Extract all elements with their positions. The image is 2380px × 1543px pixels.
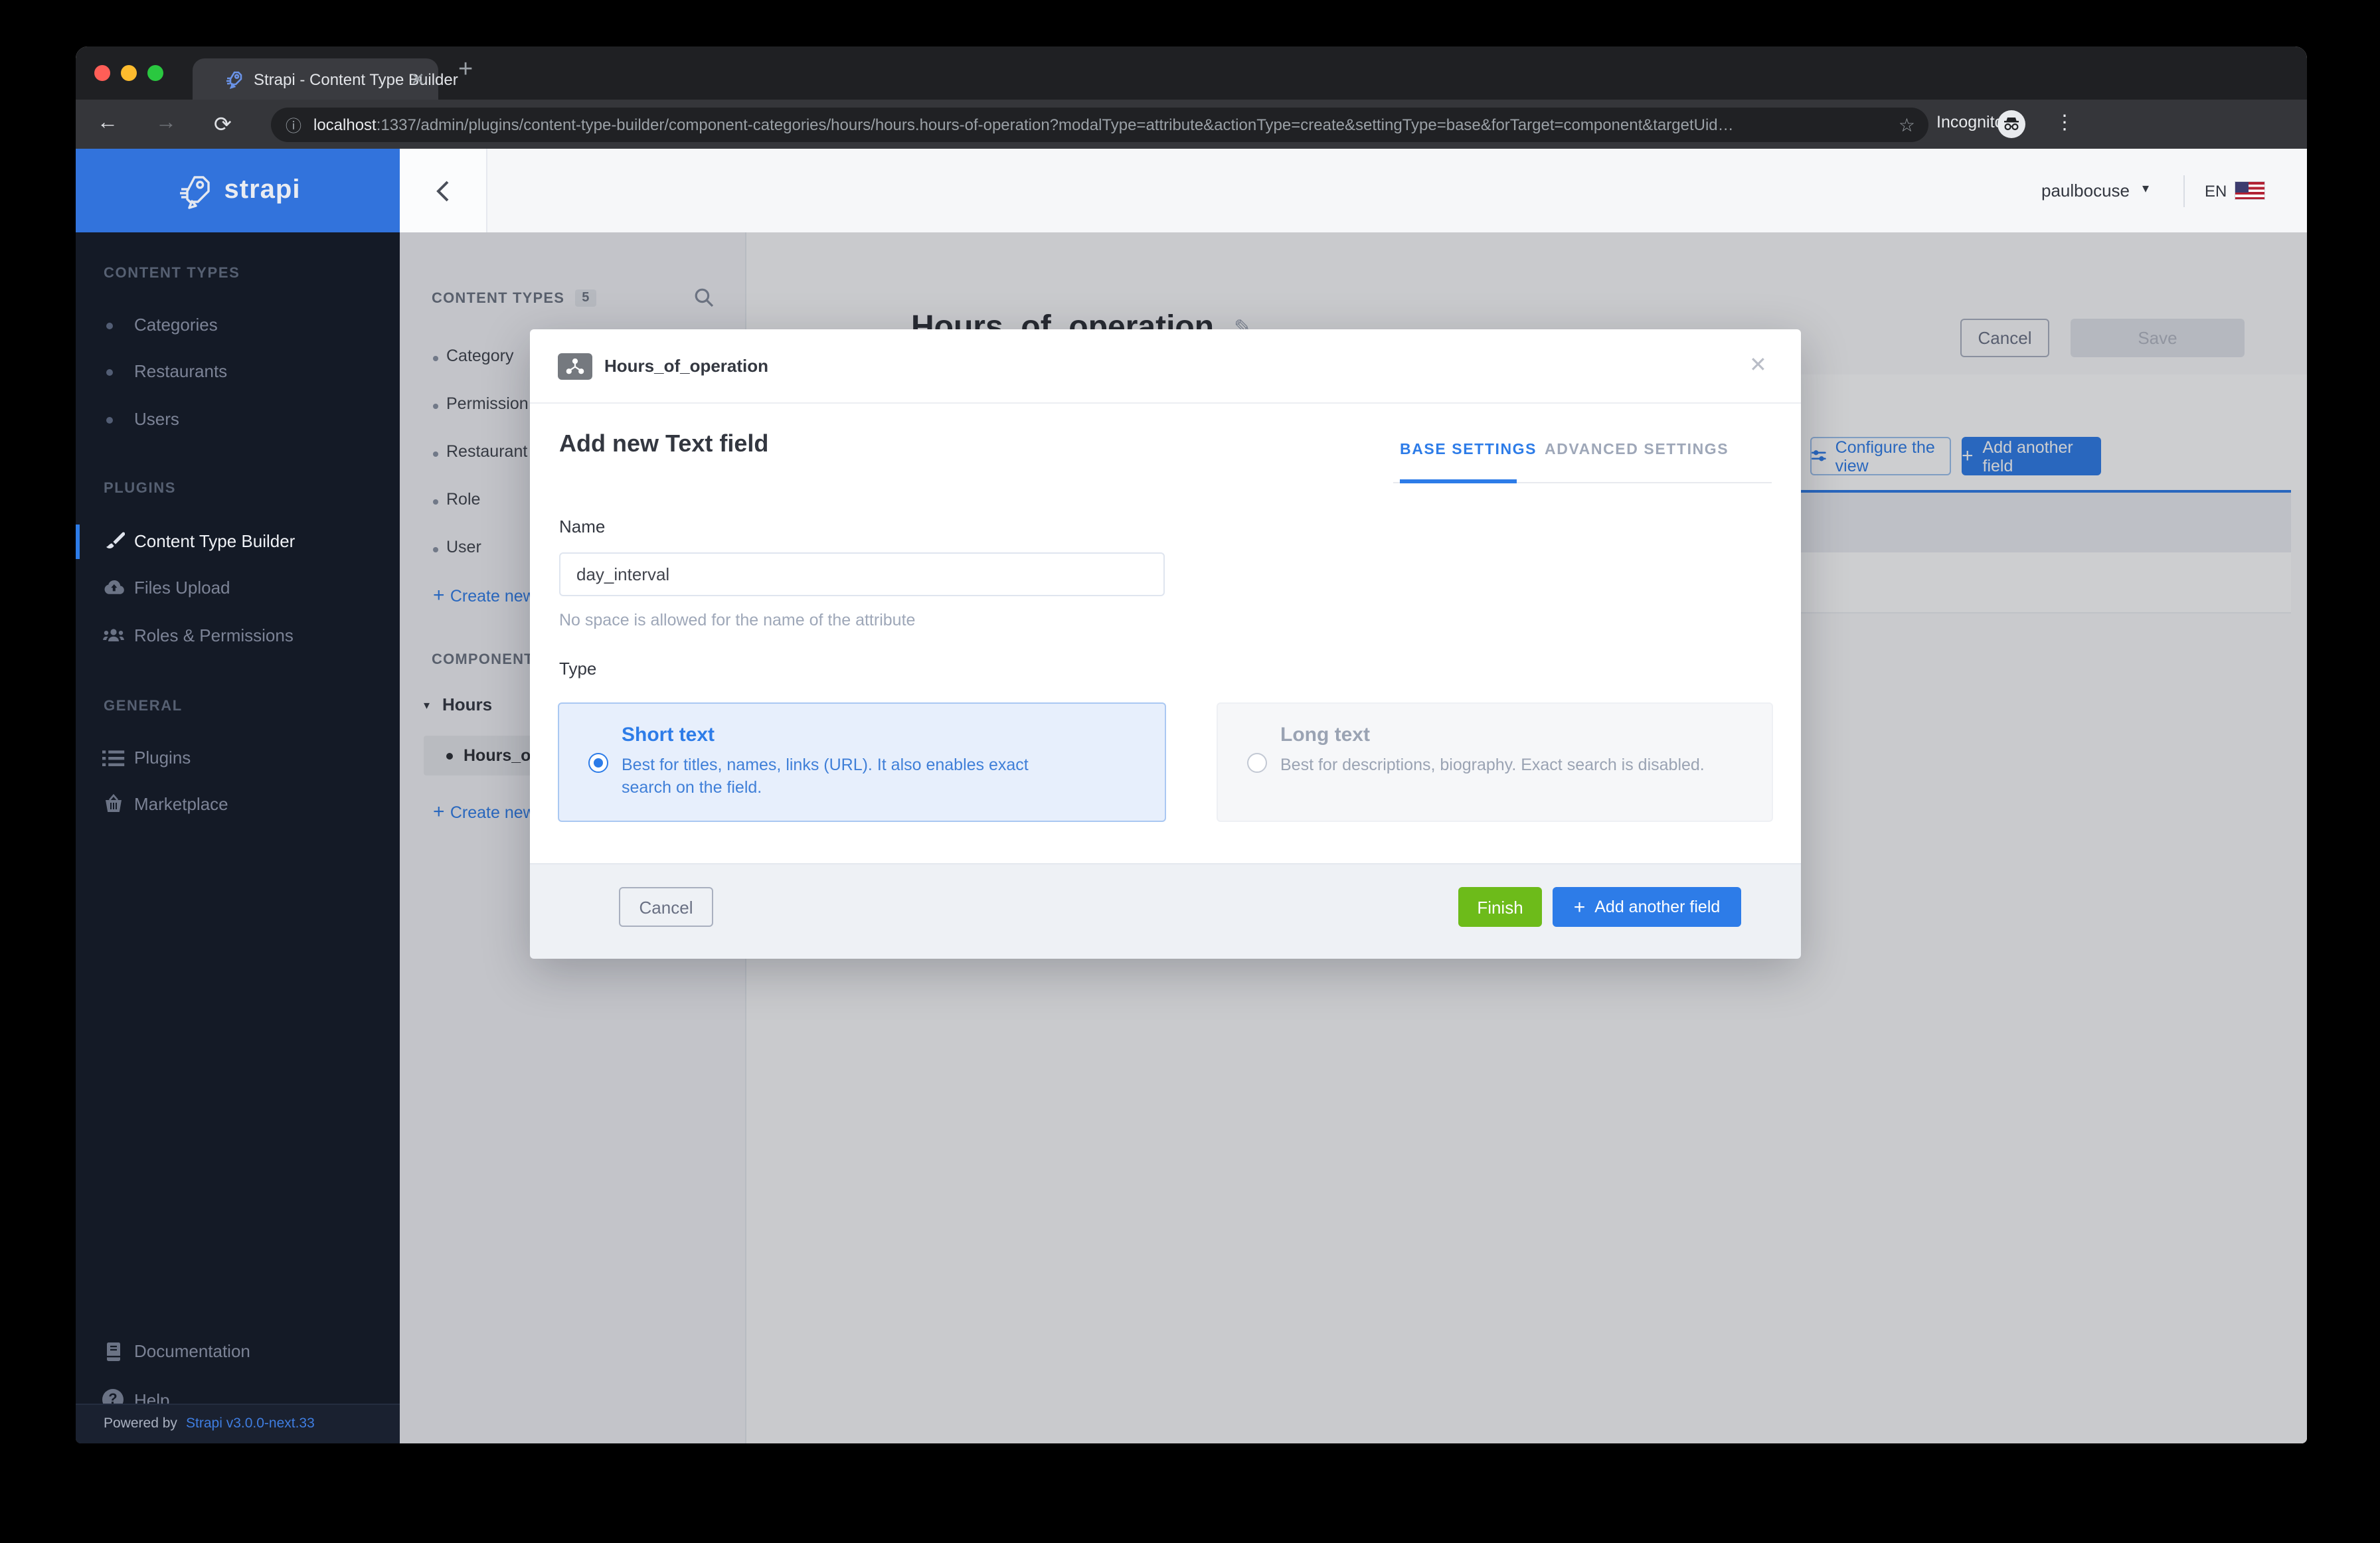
sidebar-item-label: Marketplace [134, 794, 228, 814]
strapi-logo-text: strapi [224, 175, 301, 206]
sidebar-item-label: Plugins [134, 748, 191, 768]
browser-tab-bar: Strapi - Content Type Builder ✕ + [76, 46, 2307, 100]
strapi-rocket-icon [175, 172, 212, 209]
sidebar-item-label: Documentation [134, 1341, 250, 1361]
type-label: Type [559, 659, 596, 679]
tab-base-settings[interactable]: BASE SETTINGS [1400, 442, 1537, 458]
chevron-left-icon [436, 179, 450, 203]
component-icon [558, 353, 592, 380]
browser-window: Strapi - Content Type Builder ✕ + ← → ⟳ … [76, 46, 2307, 1443]
incognito-icon [1998, 110, 2025, 138]
modal-cancel-button[interactable]: Cancel [619, 887, 713, 927]
section-plugins: PLUGINS [104, 481, 176, 497]
modal-finish-button[interactable]: Finish [1458, 887, 1542, 927]
sidebar-item-users[interactable]: Users [76, 402, 400, 437]
incognito-label: Incognito [1936, 113, 2003, 131]
sidebar-item-label: Files Upload [134, 578, 230, 598]
cloud-upload-icon [102, 578, 125, 599]
sidebar-item-restaurants[interactable]: Restaurants [76, 355, 400, 389]
short-text-line2: search on the field. [622, 778, 762, 797]
modal-title: Add new Text field [559, 430, 768, 458]
sidebar-item-label: Categories [134, 315, 218, 335]
name-input[interactable] [559, 552, 1165, 596]
screen: Strapi - Content Type Builder ✕ + ← → ⟳ … [0, 0, 2380, 1543]
url-bar[interactable]: ⓘ localhost:1337/admin/plugins/content-t… [271, 108, 1928, 142]
sidebar-item-label: Content Type Builder [134, 531, 295, 551]
sidebar-item-content-type-builder[interactable]: Content Type Builder [76, 525, 400, 559]
window-close-button[interactable] [94, 65, 110, 81]
paintbrush-icon [102, 531, 125, 552]
back-icon[interactable]: ← [97, 112, 118, 135]
forward-icon[interactable]: → [155, 112, 177, 135]
basket-icon [102, 794, 125, 815]
strapi-favicon [224, 70, 243, 89]
url-host: localhost [313, 116, 377, 134]
chevron-down-icon[interactable]: ▾ [2142, 182, 2149, 197]
reload-icon[interactable]: ⟳ [214, 112, 232, 138]
modal-add-another-field-button[interactable]: + Add another field [1553, 887, 1741, 927]
browser-menu-icon[interactable]: ⋮ [2055, 110, 2075, 134]
new-tab-icon[interactable]: + [458, 56, 473, 85]
long-text-title: Long text [1280, 724, 1370, 746]
book-icon [102, 1341, 125, 1362]
main-sidebar: strapi CONTENT TYPES Categories Restaura… [76, 149, 400, 1443]
window-minimize-button[interactable] [121, 65, 137, 81]
section-general: GENERAL [104, 698, 183, 714]
radio-selected-icon[interactable] [588, 753, 608, 773]
radio-unselected-icon[interactable] [1247, 753, 1267, 773]
sidebar-item-plugins[interactable]: Plugins [76, 741, 400, 775]
users-icon [102, 625, 125, 647]
short-text-line1: Best for titles, names, links (URL). It … [622, 756, 1029, 774]
sidebar-item-label: Restaurants [134, 361, 227, 381]
list-icon [102, 748, 125, 769]
sidebar-item-roles-permissions[interactable]: Roles & Permissions [76, 619, 400, 653]
modal-header-title: Hours_of_operation [604, 356, 768, 376]
sidebar-item-label: Roles & Permissions [134, 625, 294, 645]
name-label: Name [559, 517, 605, 536]
section-content-types: CONTENT TYPES [104, 266, 240, 282]
powered-by-version-link[interactable]: Strapi v3.0.0-next.33 [186, 1416, 315, 1431]
tab-advanced-settings[interactable]: ADVANCED SETTINGS [1545, 442, 1729, 458]
modal-close-icon[interactable]: ✕ [1749, 352, 1767, 378]
bullet-icon [106, 417, 113, 424]
us-flag-icon[interactable] [2235, 182, 2264, 199]
browser-toolbar: ← → ⟳ ⓘ localhost:1337/admin/plugins/con… [76, 100, 2307, 149]
url-text[interactable]: localhost:1337/admin/plugins/content-typ… [313, 116, 1881, 134]
short-text-description: Best for titles, names, links (URL). It … [622, 754, 1029, 799]
tab-close-icon[interactable]: ✕ [410, 69, 425, 90]
bullet-icon [106, 369, 113, 376]
app-header: paulbocuse ▾ EN [400, 149, 2307, 234]
name-helper-text: No space is allowed for the name of the … [559, 611, 915, 629]
strapi-logo[interactable]: strapi [76, 149, 400, 232]
bullet-icon [106, 323, 113, 329]
back-button[interactable] [400, 149, 487, 232]
type-option-long-text[interactable]: Long text Best for descriptions, biograp… [1217, 702, 1773, 822]
powered-by-footer: Powered by Strapi v3.0.0-next.33 [76, 1404, 400, 1443]
active-tab-underline [1400, 479, 1517, 483]
user-menu[interactable]: paulbocuse [2041, 181, 2130, 201]
sidebar-item-marketplace[interactable]: Marketplace [76, 787, 400, 822]
short-text-title: Short text [622, 724, 715, 746]
modal-add-field-label: Add another field [1594, 898, 1720, 916]
modal-footer: Cancel Finish + Add another field [530, 863, 1801, 959]
sidebar-item-label: Users [134, 409, 179, 429]
sidebar-item-documentation[interactable]: Documentation [76, 1335, 400, 1369]
active-indicator [76, 525, 80, 559]
type-option-short-text[interactable]: Short text Best for titles, names, links… [558, 702, 1166, 822]
locale-label[interactable]: EN [2205, 182, 2227, 201]
add-field-modal: Hours_of_operation ✕ Add new Text field … [530, 329, 1801, 957]
long-text-description: Best for descriptions, biography. Exact … [1280, 754, 1705, 777]
modal-header: Hours_of_operation ✕ [530, 329, 1801, 404]
sidebar-item-categories[interactable]: Categories [76, 308, 400, 343]
site-info-icon[interactable]: ⓘ [286, 114, 301, 137]
powered-by-text: Powered by [104, 1416, 177, 1431]
sidebar-item-files-upload[interactable]: Files Upload [76, 571, 400, 606]
window-zoom-button[interactable] [147, 65, 163, 81]
bookmark-star-icon[interactable]: ☆ [1899, 114, 1915, 137]
browser-tab[interactable]: Strapi - Content Type Builder ✕ [193, 58, 438, 100]
header-divider [2183, 175, 2185, 207]
plus-icon: + [1574, 896, 1586, 918]
url-path: :1337/admin/plugins/content-type-builder… [377, 116, 1734, 134]
